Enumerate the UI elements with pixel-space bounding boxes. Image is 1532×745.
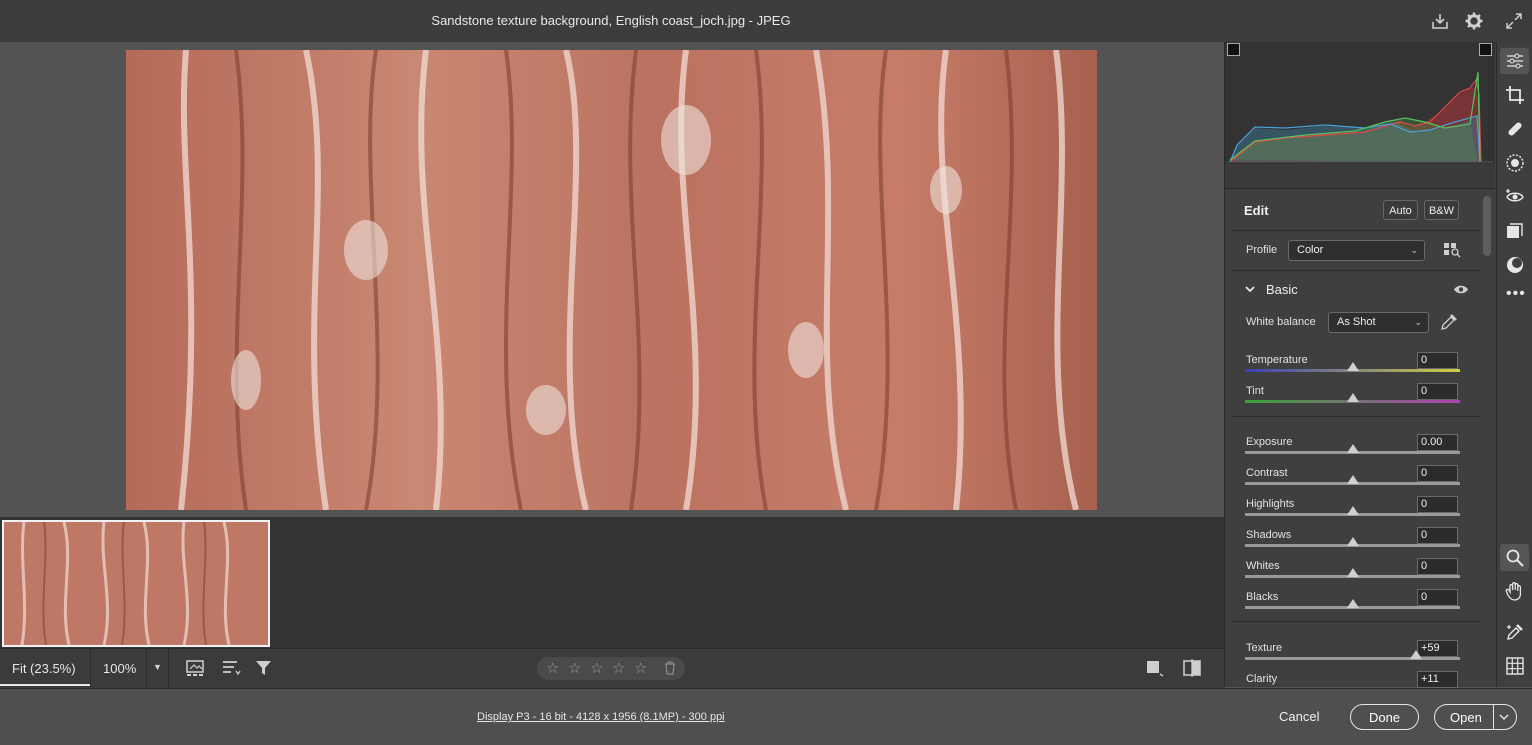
white-balance-value: As Shot	[1337, 316, 1376, 328]
slider-label: Clarity	[1246, 673, 1278, 685]
slider-thumb[interactable]	[1409, 650, 1422, 659]
rating-star-2-icon[interactable]: ☆	[568, 659, 581, 677]
bw-button[interactable]: B&W	[1424, 200, 1459, 220]
highlight-clipping-toggle-icon[interactable]	[1479, 43, 1492, 56]
masking-icon[interactable]	[1505, 153, 1525, 173]
slider-value-field[interactable]: 0	[1417, 527, 1458, 544]
histogram	[1225, 42, 1495, 164]
chevron-down-icon: ⌄	[1414, 317, 1422, 327]
eye-icon[interactable]	[1453, 284, 1469, 295]
sort-icon[interactable]	[221, 660, 241, 677]
slider-thumb[interactable]	[1346, 506, 1359, 515]
histogram-info-bar	[1225, 164, 1495, 189]
window-title: Sandstone texture background, English co…	[431, 13, 791, 28]
divider	[168, 648, 169, 687]
color-sampler-icon[interactable]	[1505, 622, 1525, 642]
cancel-button[interactable]: Cancel	[1279, 709, 1319, 724]
divider	[1493, 705, 1494, 729]
slider-label: Whites	[1246, 560, 1280, 572]
eyedropper-icon[interactable]	[1440, 313, 1458, 331]
white-balance-select[interactable]: As Shot ⌄	[1328, 312, 1429, 333]
hand-icon[interactable]	[1505, 581, 1525, 601]
zoom-dropdown-chevron-icon[interactable]: ▼	[153, 662, 162, 672]
slider-label: Texture	[1246, 642, 1283, 654]
profile-select[interactable]: Color ⌄	[1288, 240, 1425, 261]
slider-value-field[interactable]: 0	[1417, 496, 1458, 513]
divider	[146, 648, 147, 687]
slider-value-field[interactable]: 0	[1417, 352, 1458, 369]
divider	[1232, 621, 1480, 622]
slider-thumb[interactable]	[1346, 599, 1359, 608]
slider-thumb[interactable]	[1346, 537, 1359, 546]
thumbnail-image	[4, 522, 268, 645]
photo-preview[interactable]	[126, 50, 1097, 510]
snapshots-icon[interactable]	[1505, 255, 1525, 275]
white-balance-label: White balance	[1246, 316, 1316, 328]
profile-browser-icon[interactable]	[1443, 242, 1461, 258]
slider-value-field[interactable]: 0.00	[1417, 434, 1458, 451]
zoom-icon[interactable]	[1505, 548, 1525, 568]
slider-value-field[interactable]: 0	[1417, 383, 1458, 400]
presets-icon[interactable]	[1505, 221, 1525, 241]
crop-icon[interactable]	[1505, 85, 1525, 105]
redeye-icon[interactable]	[1505, 187, 1525, 207]
divider	[1232, 230, 1480, 231]
panel-scrollbar[interactable]	[1483, 196, 1491, 256]
compare-view-icon[interactable]	[1183, 659, 1203, 677]
more-icon[interactable]: •••	[1506, 285, 1526, 303]
grid-icon[interactable]	[1505, 656, 1525, 676]
slider-label: Exposure	[1246, 436, 1293, 448]
slider-label: Contrast	[1246, 467, 1288, 479]
divider	[1232, 416, 1480, 417]
open-button-label: Open	[1450, 710, 1482, 725]
filmstrip-thumbnail[interactable]	[2, 520, 270, 647]
rating-star-4-icon[interactable]: ☆	[612, 659, 625, 677]
auto-button[interactable]: Auto	[1383, 200, 1418, 220]
divider	[1232, 270, 1480, 271]
filmstrip-view-icon[interactable]	[186, 659, 208, 677]
before-after-toggle-icon[interactable]	[1146, 660, 1164, 677]
slider-label: Highlights	[1246, 498, 1295, 510]
slider-label: Tint	[1246, 385, 1264, 397]
gear-icon[interactable]	[1464, 11, 1484, 31]
rating-star-3-icon[interactable]: ☆	[590, 659, 603, 677]
shadow-clipping-toggle-icon[interactable]	[1227, 43, 1240, 56]
fullscreen-icon[interactable]	[1504, 11, 1524, 31]
edit-heading: Edit	[1244, 203, 1269, 218]
slider-label: Blacks	[1246, 591, 1279, 603]
slider-thumb[interactable]	[1346, 568, 1359, 577]
filter-icon[interactable]	[255, 659, 275, 677]
slider-value-field[interactable]: +59	[1417, 640, 1458, 657]
slider-thumb[interactable]	[1346, 393, 1359, 402]
rating-star-5-icon[interactable]: ☆	[634, 659, 647, 677]
slider-value-field[interactable]: +11	[1417, 671, 1458, 688]
edit-sliders-icon[interactable]	[1505, 51, 1525, 71]
slider-thumb[interactable]	[1346, 444, 1359, 453]
done-button[interactable]: Done	[1350, 704, 1419, 730]
open-options-chevron-icon[interactable]	[1497, 711, 1511, 723]
fit-active-indicator	[0, 684, 90, 686]
slider-thumb[interactable]	[1346, 362, 1359, 371]
save-icon[interactable]	[1430, 11, 1450, 31]
divider	[90, 648, 91, 687]
slider-track[interactable]	[1245, 657, 1460, 660]
rating-star-1-icon[interactable]: ☆	[546, 659, 559, 677]
slider-label: Shadows	[1246, 529, 1292, 541]
slider-value-field[interactable]: 0	[1417, 589, 1458, 606]
chevron-down-icon[interactable]	[1244, 284, 1256, 294]
zoom-100-button[interactable]: 100%	[103, 661, 136, 676]
slider-thumb[interactable]	[1346, 475, 1359, 484]
chevron-down-icon: ⌄	[1410, 245, 1418, 255]
heal-icon[interactable]	[1505, 119, 1525, 139]
histogram-graph	[1227, 71, 1493, 163]
basic-section-title[interactable]: Basic	[1266, 282, 1298, 297]
profile-select-value: Color	[1297, 244, 1324, 256]
fit-zoom-button[interactable]: Fit (23.5%)	[12, 661, 76, 676]
workflow-options-link[interactable]: Display P3 - 16 bit - 4128 x 1956 (8.1MP…	[477, 711, 725, 723]
slider-value-field[interactable]: 0	[1417, 465, 1458, 482]
profile-label: Profile	[1246, 244, 1278, 256]
slider-value-field[interactable]: 0	[1417, 558, 1458, 575]
trash-icon[interactable]	[664, 661, 676, 675]
slider-label: Temperature	[1246, 354, 1308, 366]
